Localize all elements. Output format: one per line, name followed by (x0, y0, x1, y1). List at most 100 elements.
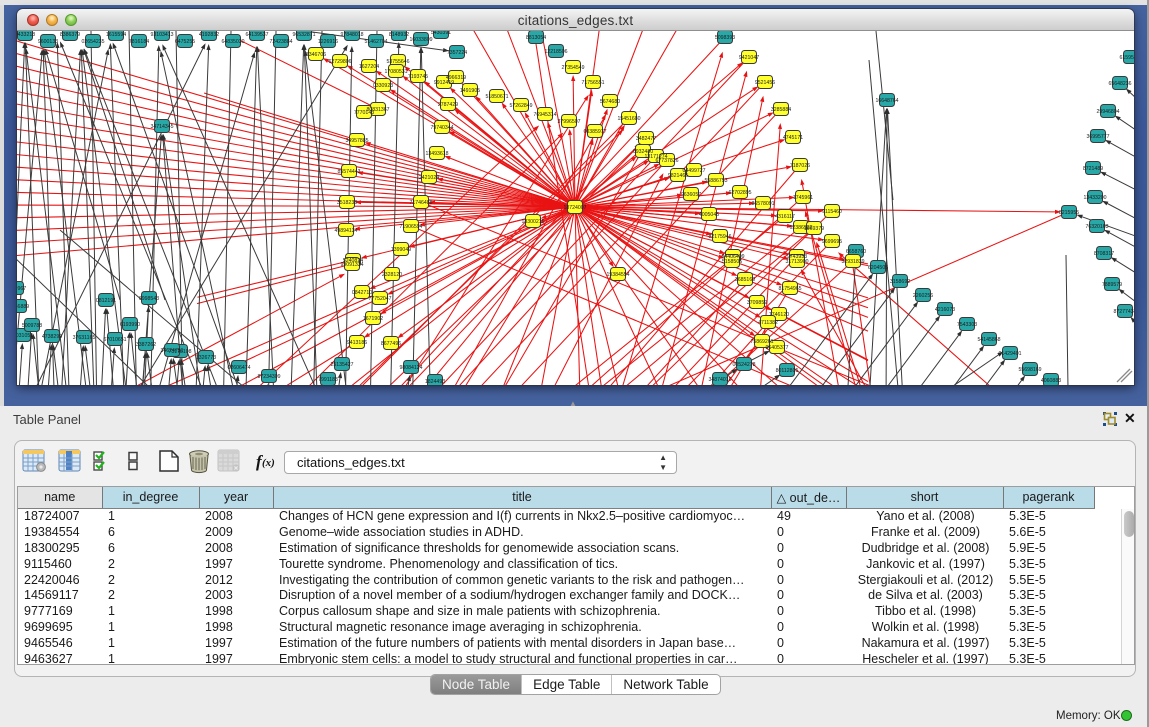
svg-text:29946804: 29946804 (1096, 109, 1119, 115)
svg-text:4216073: 4216073 (935, 307, 955, 313)
svg-text:02606474: 02606474 (227, 365, 250, 371)
svg-text:2260256: 2260256 (913, 293, 933, 299)
svg-text:25135427: 25135427 (330, 362, 353, 368)
svg-text:55698169: 55698169 (1018, 367, 1041, 373)
svg-text:4005045: 4005045 (699, 212, 719, 218)
svg-text:2328120: 2328120 (382, 272, 402, 278)
svg-text:57262849: 57262849 (509, 103, 532, 109)
svg-text:02654235: 02654235 (81, 39, 104, 45)
svg-text:3709859: 3709859 (747, 300, 767, 306)
svg-text:9699695: 9699695 (822, 239, 842, 245)
svg-text:71746488: 71746488 (409, 200, 432, 206)
svg-text:18300215: 18300215 (521, 219, 544, 225)
svg-text:3285884: 3285884 (771, 107, 791, 113)
svg-text:51462704: 51462704 (364, 39, 387, 45)
svg-text:64139537: 64139537 (245, 32, 268, 38)
svg-text:0812191: 0812191 (96, 298, 116, 304)
svg-text:34957885: 34957885 (345, 138, 368, 144)
svg-text:96405377: 96405377 (765, 345, 788, 351)
svg-text:3158692: 3158692 (890, 279, 910, 285)
svg-text:4711382: 4711382 (758, 320, 778, 326)
svg-text:87234309: 87234309 (257, 374, 280, 380)
svg-text:8708317: 8708317 (1094, 251, 1114, 257)
svg-text:85574443: 85574443 (337, 169, 360, 175)
svg-text:17080531: 17080531 (384, 69, 407, 75)
svg-text:8386379: 8386379 (60, 32, 80, 38)
svg-text:8721489: 8721489 (1083, 166, 1103, 172)
svg-text:01429401: 01429401 (998, 351, 1021, 357)
svg-text:1491905: 1491905 (460, 88, 480, 94)
svg-text:96532871: 96532871 (292, 32, 315, 38)
svg-text:7357224: 7357224 (447, 50, 467, 56)
svg-text:5430391: 5430391 (431, 31, 451, 36)
svg-text:1615594: 1615594 (106, 32, 126, 38)
svg-text:9413186: 9413186 (347, 340, 367, 346)
svg-text:5674680: 5674680 (600, 99, 620, 105)
svg-text:62702895: 62702895 (728, 190, 751, 196)
svg-text:3482477: 3482477 (636, 136, 656, 142)
svg-text:1226916: 1226916 (318, 39, 338, 45)
svg-text:34624751: 34624751 (160, 348, 183, 354)
svg-text:9636057: 9636057 (681, 192, 701, 198)
svg-text:62729806: 62729806 (328, 59, 351, 65)
svg-text:1746120: 1746120 (769, 312, 789, 318)
svg-text:4745171: 4745171 (783, 135, 803, 141)
svg-text:19384554: 19384554 (606, 272, 629, 278)
svg-text:64835030: 64835030 (221, 39, 244, 45)
svg-text:81754965: 81754965 (778, 286, 801, 292)
svg-text:5466889: 5466889 (17, 304, 29, 310)
svg-text:4966319: 4966319 (446, 75, 466, 81)
svg-text:3387262: 3387262 (136, 342, 156, 348)
svg-text:1671902: 1671902 (363, 316, 383, 322)
svg-text:82175946: 82175946 (708, 234, 731, 240)
svg-text:6475255: 6475255 (175, 39, 195, 45)
svg-text:37996507: 37996507 (557, 119, 580, 125)
svg-text:34874016: 34874016 (708, 377, 731, 383)
svg-text:4316117: 4316117 (775, 214, 795, 220)
svg-text:31713900: 31713900 (785, 259, 808, 265)
svg-text:76320163: 76320163 (1085, 224, 1108, 230)
svg-text:7193745: 7193745 (408, 74, 428, 80)
svg-text:67010651: 67010651 (103, 337, 126, 343)
svg-text:71756551: 71756551 (581, 80, 604, 86)
svg-text:3518233: 3518233 (337, 200, 357, 206)
svg-text:0330923: 0330923 (373, 83, 393, 89)
svg-text:6193990: 6193990 (120, 322, 140, 328)
svg-text:2421024: 2421024 (419, 175, 439, 181)
svg-text:36995777: 36995777 (1086, 134, 1109, 140)
svg-text:93103413: 93103413 (150, 32, 173, 38)
svg-text:37631165: 37631165 (73, 335, 96, 341)
svg-text:32931839: 32931839 (841, 259, 864, 265)
svg-text:61595148: 61595148 (1119, 55, 1134, 61)
svg-text:16648764: 16648764 (875, 98, 898, 104)
svg-text:12218506: 12218506 (544, 49, 567, 55)
svg-text:98084124: 98084124 (399, 365, 422, 371)
svg-text:87277434: 87277434 (1113, 309, 1134, 315)
svg-text:80112805: 80112805 (776, 368, 799, 374)
svg-text:9600133: 9600133 (38, 39, 58, 45)
svg-text:1824493: 1824493 (425, 379, 445, 385)
svg-text:5009788: 5009788 (22, 323, 42, 329)
svg-text:1627204: 1627204 (359, 64, 379, 70)
svg-text:1031051: 1031051 (17, 333, 33, 339)
svg-text:7346706: 7346706 (306, 52, 326, 58)
svg-text:27354549: 27354549 (561, 65, 584, 71)
svg-text:1745961: 1745961 (793, 195, 813, 201)
svg-text:1326773: 1326773 (196, 355, 216, 361)
svg-text:77752047: 77752047 (368, 296, 391, 302)
svg-text:13493618: 13493618 (425, 151, 448, 157)
svg-text:1399049: 1399049 (391, 247, 411, 253)
svg-text:60385977: 60385977 (583, 129, 606, 135)
svg-text:51850671: 51850671 (485, 94, 508, 100)
svg-text:76945314: 76945314 (533, 112, 556, 118)
svg-text:15451680: 15451680 (617, 116, 640, 122)
svg-text:34714345: 34714345 (150, 124, 173, 130)
svg-text:7187026: 7187026 (790, 163, 810, 169)
svg-text:8215955: 8215955 (1059, 210, 1079, 216)
svg-text:97848018: 97848018 (340, 32, 363, 38)
svg-text:4060883: 4060883 (1041, 378, 1061, 384)
svg-text:0433218: 0433218 (17, 32, 35, 38)
svg-text:99091334: 99091334 (340, 262, 363, 268)
svg-text:04499727: 04499727 (682, 168, 705, 174)
svg-text:4192832: 4192832 (199, 32, 219, 38)
